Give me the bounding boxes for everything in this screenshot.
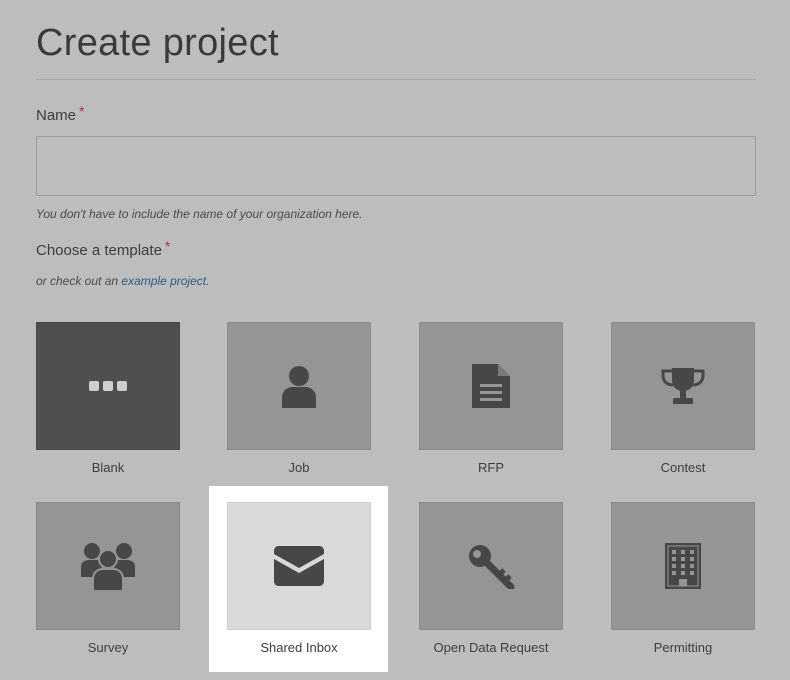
- template-tile[interactable]: [611, 502, 755, 630]
- template-job[interactable]: Job: [227, 322, 371, 482]
- create-project-page: Create project Name * You don't have to i…: [0, 0, 790, 680]
- template-tile[interactable]: [227, 502, 371, 630]
- trophy-icon: [660, 366, 706, 406]
- page-title: Create project: [36, 22, 279, 64]
- building-icon: [664, 542, 702, 590]
- template-tile[interactable]: [36, 322, 180, 450]
- template-tile[interactable]: [611, 322, 755, 450]
- key-icon: [467, 543, 515, 589]
- template-tile[interactable]: [36, 502, 180, 630]
- template-label: Job: [288, 460, 310, 475]
- user-icon: [279, 364, 319, 408]
- required-mark: *: [164, 238, 171, 254]
- template-hint-suffix: .: [206, 274, 210, 288]
- example-project-link[interactable]: example project: [121, 274, 206, 288]
- group-icon: [81, 541, 135, 591]
- name-input[interactable]: [36, 136, 756, 196]
- template-hint: or check out an example project.: [36, 274, 209, 288]
- document-icon: [470, 362, 512, 410]
- template-blank[interactable]: Blank: [36, 322, 180, 482]
- template-contest[interactable]: Contest: [611, 322, 755, 482]
- name-hint: You don't have to include the name of yo…: [36, 207, 363, 221]
- template-label: Permitting: [653, 640, 713, 655]
- ellipsis-icon: [88, 380, 128, 392]
- template-label: Choose a template *: [36, 238, 170, 259]
- template-label: Survey: [87, 640, 129, 655]
- template-open-data-request[interactable]: Open Data Request: [419, 502, 563, 662]
- template-label: Shared Inbox: [260, 640, 338, 655]
- template-permitting[interactable]: Permitting: [611, 502, 755, 662]
- template-survey[interactable]: Survey: [36, 502, 180, 662]
- template-rfp[interactable]: RFP: [419, 322, 563, 482]
- template-label: Open Data Request: [433, 640, 549, 655]
- template-hint-prefix: or check out an: [36, 274, 122, 288]
- template-shared-inbox[interactable]: Shared Inbox: [227, 502, 371, 662]
- template-tile[interactable]: [419, 322, 563, 450]
- template-label-text: Choose a template: [36, 242, 162, 259]
- template-label: RFP: [478, 460, 504, 475]
- required-mark: *: [79, 103, 85, 119]
- template-label: Contest: [660, 460, 706, 475]
- template-tile[interactable]: [227, 322, 371, 450]
- envelope-icon: [274, 546, 324, 586]
- template-tile[interactable]: [419, 502, 563, 630]
- template-label: Blank: [91, 460, 125, 475]
- name-label-text: Name: [36, 107, 77, 124]
- name-label: Name *: [36, 103, 84, 124]
- title-divider: [36, 79, 756, 80]
